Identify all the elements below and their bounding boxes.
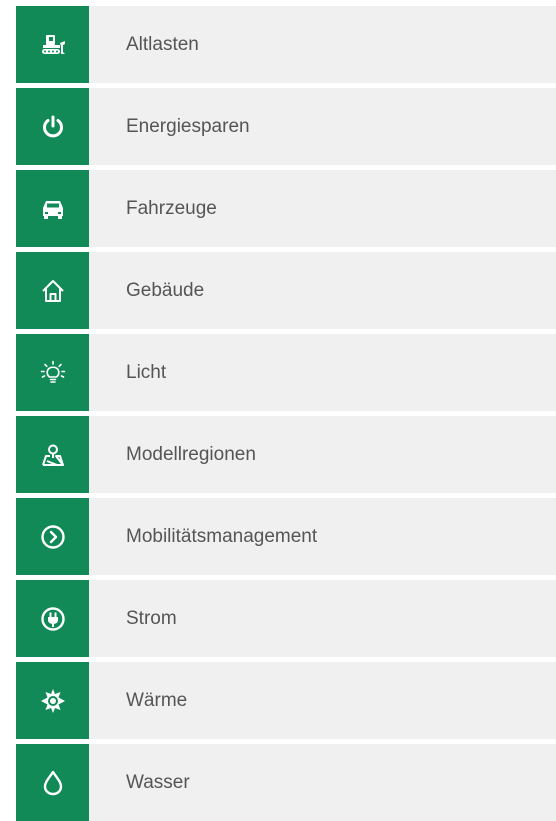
map-pin-icon: [16, 416, 89, 493]
menu-item-label-box[interactable]: Strom: [89, 580, 556, 657]
menu-item-label: Fahrzeuge: [126, 197, 217, 219]
bulldozer-icon: [16, 6, 89, 83]
menu-item-label-box[interactable]: Energiesparen: [89, 88, 556, 165]
menu-item-altlasten[interactable]: Altlasten: [16, 6, 556, 83]
car-icon: [16, 170, 89, 247]
menu-item-label-box[interactable]: Licht: [89, 334, 556, 411]
menu-item-label: Wasser: [126, 771, 190, 793]
menu-item-modellregionen[interactable]: Modellregionen: [16, 416, 556, 493]
menu-item-label-box[interactable]: Gebäude: [89, 252, 556, 329]
menu-item-label: Modellregionen: [126, 443, 256, 465]
menu-item-label: Mobilitätsmanagement: [126, 525, 318, 547]
menu-item-wasser[interactable]: Wasser: [16, 744, 556, 821]
water-drop-icon: [16, 744, 89, 821]
menu-item-licht[interactable]: Licht: [16, 334, 556, 411]
menu-item-waerme[interactable]: Wärme: [16, 662, 556, 739]
menu-item-fahrzeuge[interactable]: Fahrzeuge: [16, 170, 556, 247]
menu-item-label: Gebäude: [126, 279, 205, 301]
plug-icon: [16, 580, 89, 657]
power-icon: [16, 88, 89, 165]
house-icon: [16, 252, 89, 329]
sun-icon: [16, 662, 89, 739]
menu-item-label: Strom: [126, 607, 177, 629]
menu-item-label-box[interactable]: Fahrzeuge: [89, 170, 556, 247]
chevron-circle-icon: [16, 498, 89, 575]
menu-item-label: Wärme: [126, 689, 188, 711]
menu-item-label-box[interactable]: Modellregionen: [89, 416, 556, 493]
topic-menu: Altlasten Energiesparen Fahrzeuge Gebäud…: [16, 6, 556, 821]
menu-item-label-box[interactable]: Mobilitätsmanagement: [89, 498, 556, 575]
menu-item-gebaeude[interactable]: Gebäude: [16, 252, 556, 329]
menu-item-label-box[interactable]: Altlasten: [89, 6, 556, 83]
menu-item-label: Licht: [126, 361, 167, 383]
menu-item-strom[interactable]: Strom: [16, 580, 556, 657]
menu-item-mobilitaetsmanagement[interactable]: Mobilitätsmanagement: [16, 498, 556, 575]
menu-item-label-box[interactable]: Wasser: [89, 744, 556, 821]
menu-item-label-box[interactable]: Wärme: [89, 662, 556, 739]
menu-item-label: Energiesparen: [126, 115, 250, 137]
menu-item-label: Altlasten: [126, 33, 199, 55]
menu-item-energiesparen[interactable]: Energiesparen: [16, 88, 556, 165]
lightbulb-icon: [16, 334, 89, 411]
